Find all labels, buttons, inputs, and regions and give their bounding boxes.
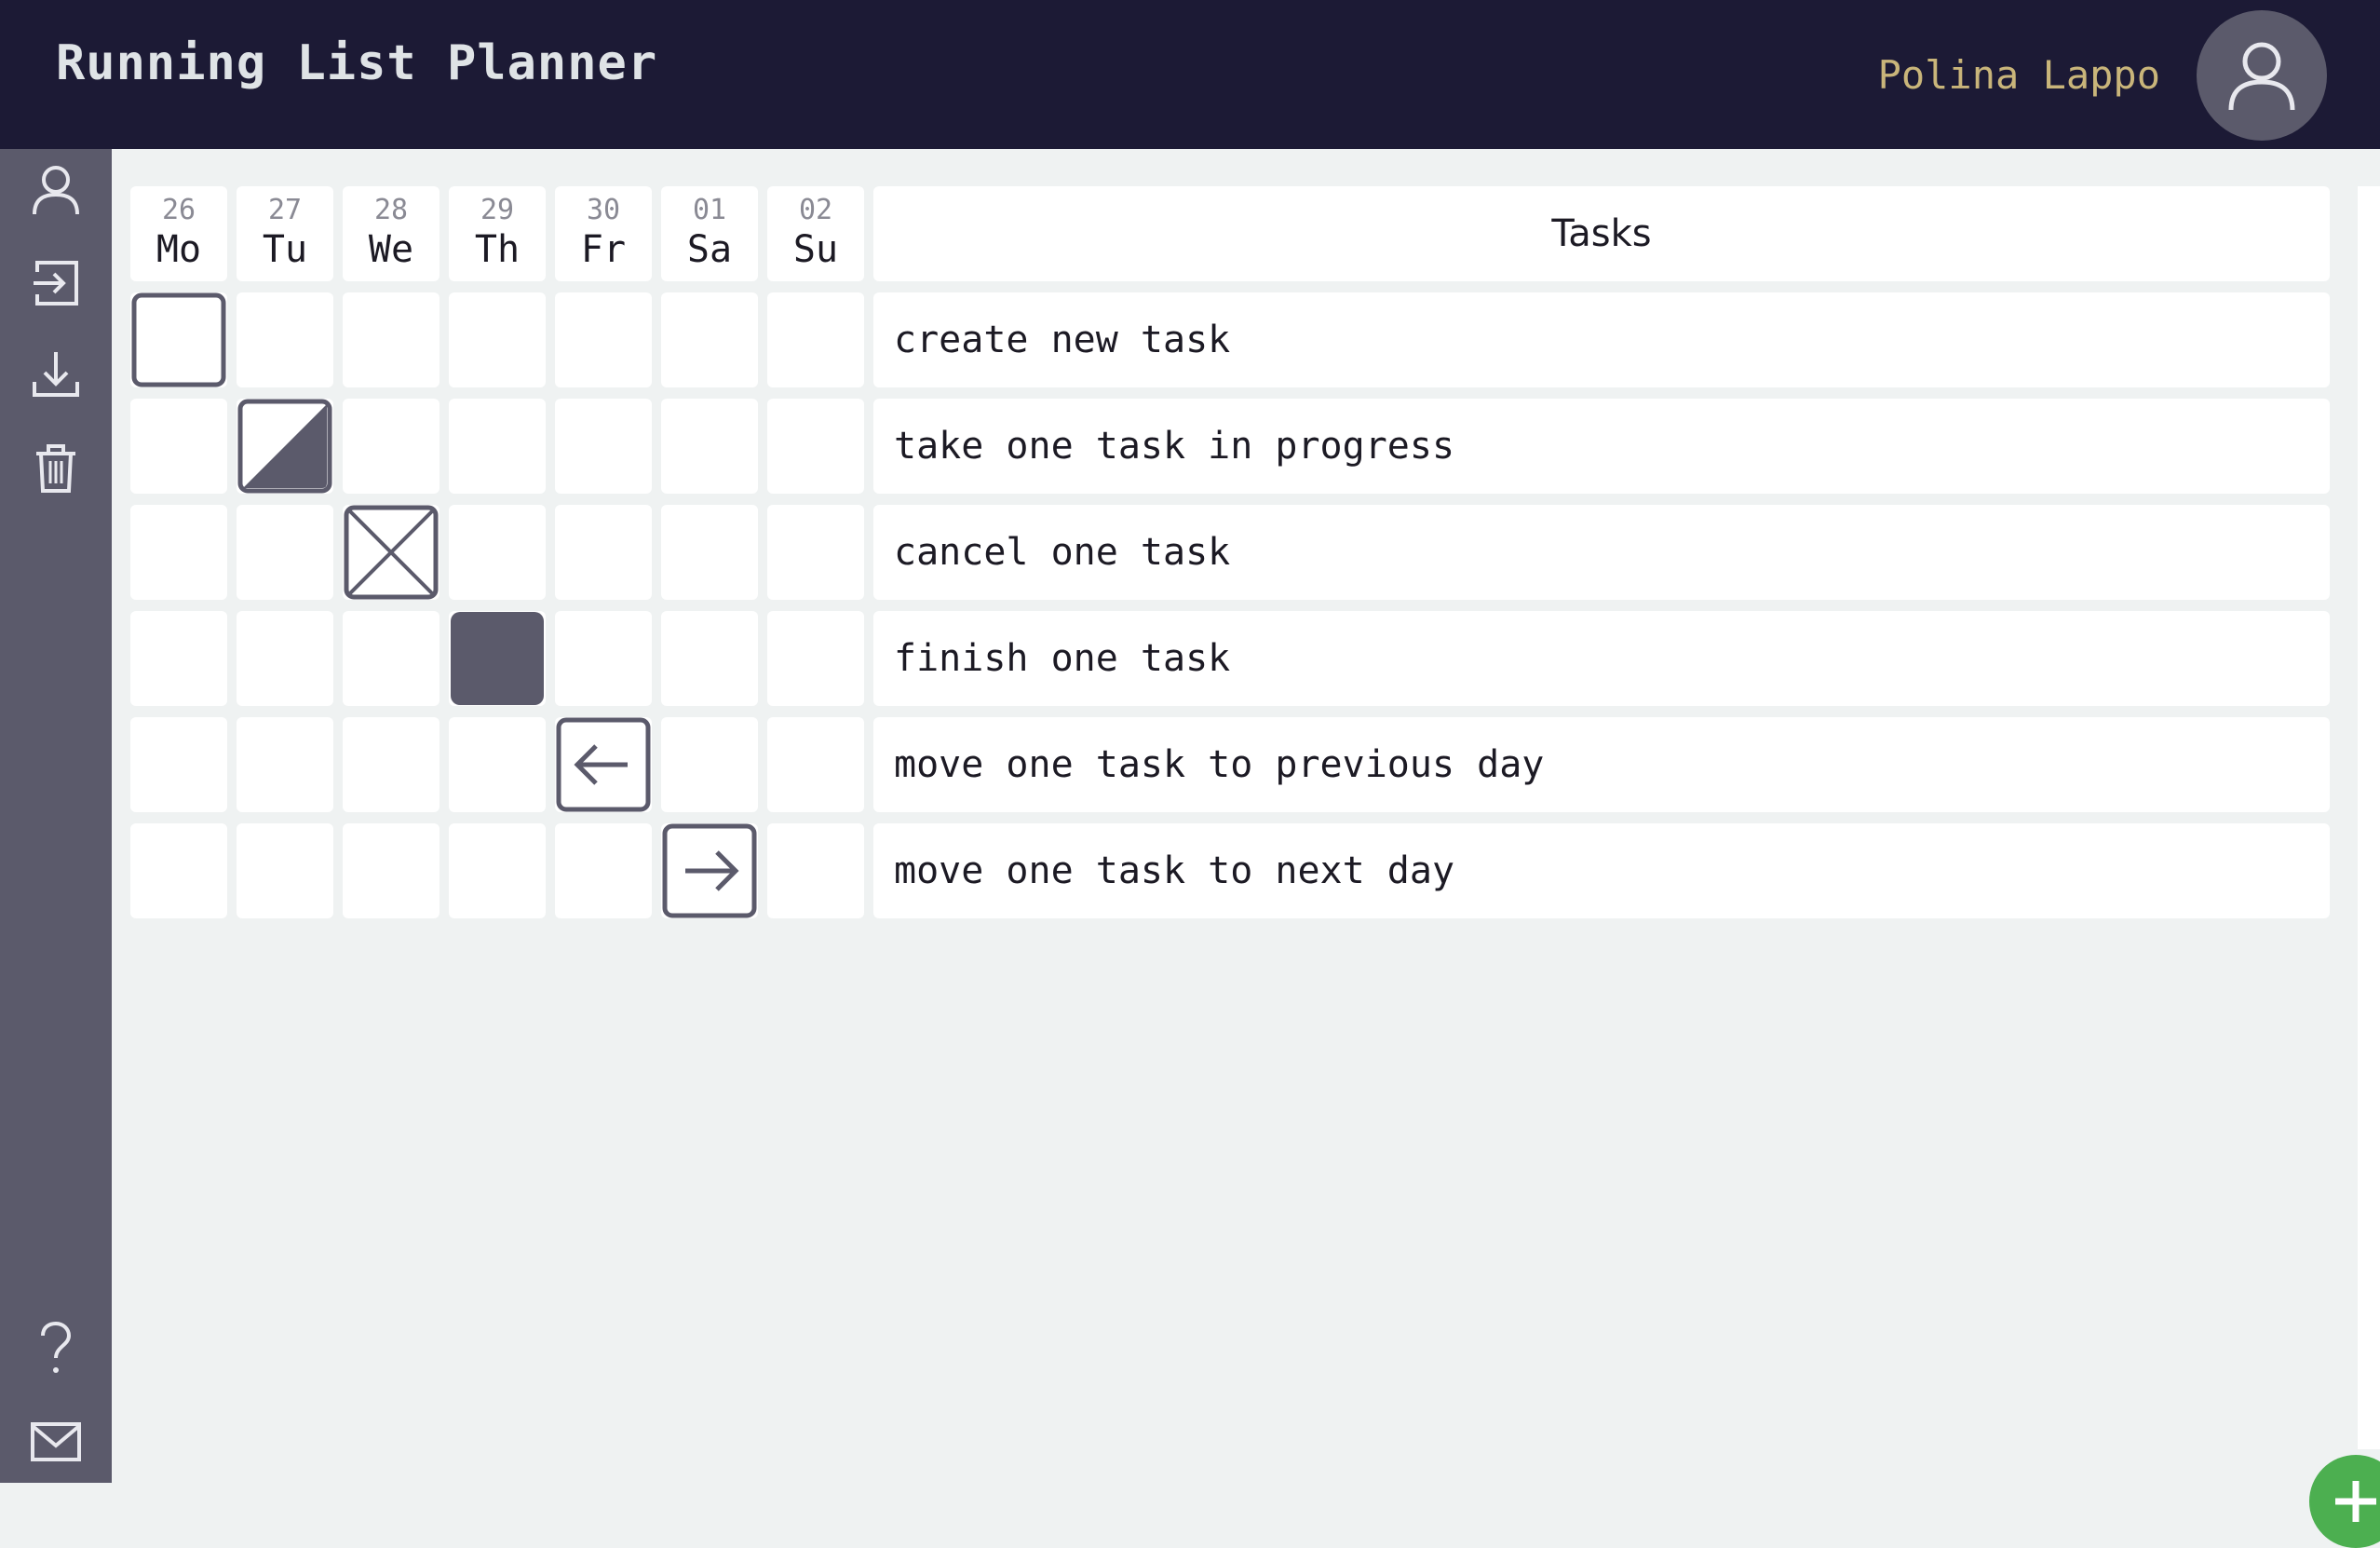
task-status-cell[interactable]: [449, 823, 546, 918]
day-number: 27: [267, 194, 303, 226]
day-header-mo[interactable]: 26 Mo: [130, 186, 227, 281]
task-status-cell[interactable]: [555, 717, 652, 812]
add-task-button[interactable]: [2309, 1455, 2380, 1548]
arrow-left-icon: [556, 717, 651, 812]
task-text[interactable]: move one task to previous day: [873, 717, 2330, 812]
task-status-cell[interactable]: [555, 399, 652, 494]
task-status-cell[interactable]: [237, 292, 333, 387]
login-icon: [34, 261, 78, 306]
task-status-cell[interactable]: [767, 717, 864, 812]
user-icon: [2228, 42, 2295, 111]
help-icon: [41, 1321, 72, 1373]
plus-icon: [2335, 1481, 2376, 1522]
task-status-cell[interactable]: [661, 399, 758, 494]
task-status-cell[interactable]: [555, 823, 652, 918]
day-header-fr[interactable]: 30 Fr: [555, 186, 652, 281]
task-text[interactable]: finish one task: [873, 611, 2330, 706]
day-name: Tu: [262, 228, 308, 271]
task-status-cell[interactable]: [661, 611, 758, 706]
task-text[interactable]: take one task in progress: [873, 399, 2330, 494]
task-status-cell[interactable]: [449, 611, 546, 706]
day-number: 01: [692, 194, 727, 226]
task-status-cell[interactable]: [555, 505, 652, 600]
task-status-cell[interactable]: [555, 611, 652, 706]
sidebar-item-download[interactable]: [28, 346, 84, 402]
avatar[interactable]: [2197, 10, 2327, 141]
day-name: Sa: [686, 228, 733, 271]
user-name[interactable]: Polina Lappo: [1878, 52, 2160, 98]
sidebar-item-delete[interactable]: [28, 440, 84, 496]
task-status-cell[interactable]: [343, 399, 439, 494]
trash-icon: [36, 444, 75, 493]
in-progress-icon: [237, 399, 332, 494]
app-title: Running List Planner: [56, 35, 658, 91]
day-number: 30: [586, 194, 621, 226]
task-status-cell[interactable]: [130, 505, 227, 600]
day-number: 29: [480, 194, 515, 226]
day-header-we[interactable]: 28 We: [343, 186, 439, 281]
sidebar-item-login[interactable]: [28, 255, 84, 311]
task-status-cell[interactable]: [555, 292, 652, 387]
task-text[interactable]: create new task: [873, 292, 2330, 387]
download-icon: [33, 352, 79, 397]
task-status-cell[interactable]: [661, 717, 758, 812]
day-header-sa[interactable]: 01 Sa: [661, 186, 758, 281]
day-number: 26: [161, 194, 196, 226]
sidebar-item-help[interactable]: [28, 1321, 84, 1377]
day-name: Mo: [156, 228, 202, 271]
task-status-cell[interactable]: [237, 717, 333, 812]
day-name: Su: [792, 228, 839, 271]
task-status-cell[interactable]: [449, 292, 546, 387]
task-status-cell[interactable]: [767, 505, 864, 600]
task-status-cell[interactable]: [237, 823, 333, 918]
task-status-cell[interactable]: [130, 292, 227, 387]
task-status-cell[interactable]: [767, 611, 864, 706]
sidebar-item-profile[interactable]: [28, 162, 84, 218]
task-status-cell[interactable]: [343, 505, 439, 600]
task-status-cell[interactable]: [130, 717, 227, 812]
sidebar: [0, 149, 112, 1483]
day-header-th[interactable]: 29 Th: [449, 186, 546, 281]
task-status-cell[interactable]: [661, 505, 758, 600]
tasks-header: Tasks: [873, 186, 2330, 281]
day-header-tu[interactable]: 27 Tu: [237, 186, 333, 281]
task-status-cell[interactable]: [343, 292, 439, 387]
planner-grid: 26 Mo 27 Tu 28 We 29 Th 30 Fr 01 Sa 02 Su Tasks…: [112, 149, 2380, 1548]
task-status-cell[interactable]: [130, 399, 227, 494]
task-status-cell[interactable]: [130, 823, 227, 918]
task-text[interactable]: move one task to next day: [873, 823, 2330, 918]
task-status-cell[interactable]: [661, 823, 758, 918]
arrow-right-icon: [662, 823, 757, 918]
empty-box-icon: [131, 292, 226, 387]
mail-icon: [31, 1422, 81, 1461]
day-name: Th: [474, 228, 521, 271]
sidebar-item-mail[interactable]: [28, 1414, 84, 1470]
day-name: We: [368, 228, 414, 271]
task-status-cell[interactable]: [767, 823, 864, 918]
user-icon: [33, 166, 79, 215]
day-number: 02: [798, 194, 833, 226]
task-status-cell[interactable]: [343, 611, 439, 706]
day-name: Fr: [580, 228, 627, 271]
app-header: Running List Planner Polina Lappo: [0, 0, 2380, 149]
day-number: 28: [373, 194, 409, 226]
task-status-cell[interactable]: [237, 611, 333, 706]
task-status-cell[interactable]: [237, 505, 333, 600]
done-icon: [451, 612, 544, 705]
day-header-su[interactable]: 02 Su: [767, 186, 864, 281]
scrollbar[interactable]: [2358, 186, 2380, 1449]
task-status-cell[interactable]: [449, 399, 546, 494]
task-text[interactable]: cancel one task: [873, 505, 2330, 600]
task-status-cell[interactable]: [449, 717, 546, 812]
task-status-cell[interactable]: [449, 505, 546, 600]
cancelled-icon: [344, 505, 439, 600]
task-status-cell[interactable]: [767, 292, 864, 387]
task-status-cell[interactable]: [661, 292, 758, 387]
task-status-cell[interactable]: [343, 823, 439, 918]
task-status-cell[interactable]: [130, 611, 227, 706]
task-status-cell[interactable]: [343, 717, 439, 812]
task-status-cell[interactable]: [767, 399, 864, 494]
task-status-cell[interactable]: [237, 399, 333, 494]
